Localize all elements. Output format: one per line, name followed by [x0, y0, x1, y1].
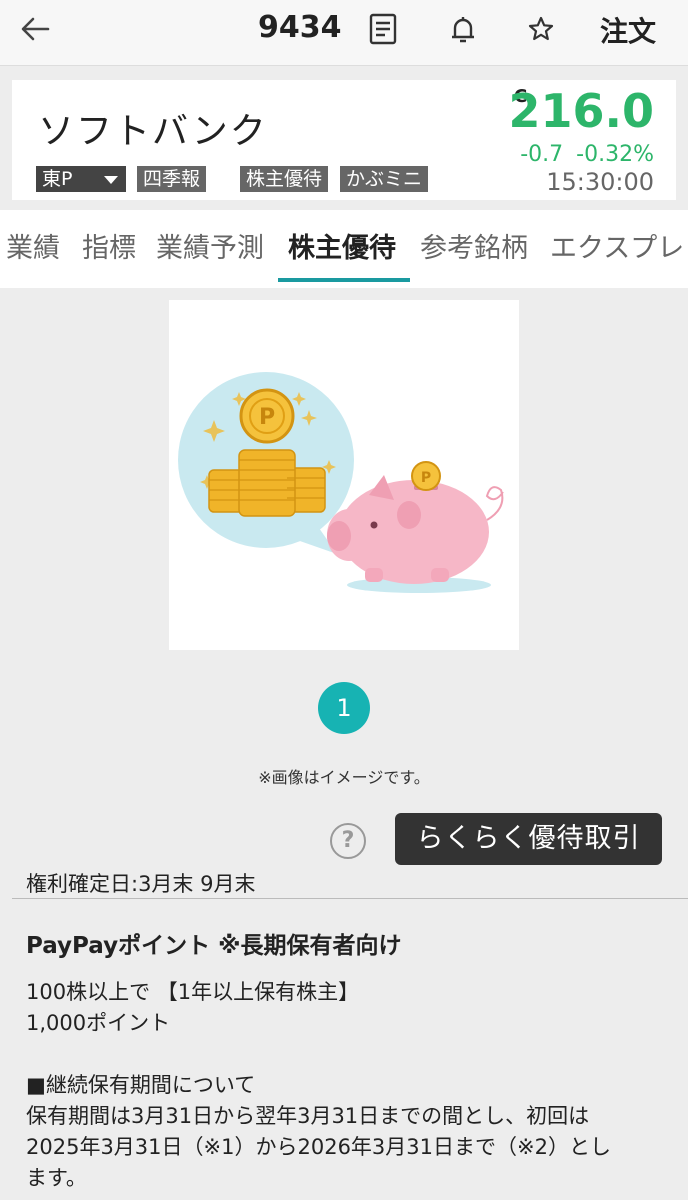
active-tab-indicator	[278, 278, 410, 282]
benefit-image[interactable]: P P	[169, 300, 519, 650]
holding-period-text-3: ます。	[26, 1166, 87, 1190]
help-icon[interactable]: ?	[330, 823, 366, 859]
change-value: -0.7	[520, 142, 564, 167]
svg-text:P: P	[259, 405, 275, 430]
holding-period-text-2: 2025年3月31日（※1）から2026年3月31日まで（※2）とし	[26, 1135, 611, 1159]
holding-period-heading: ■継続保有期間について	[26, 1073, 256, 1097]
tab-sanko-meigara[interactable]: 参考銘柄	[420, 226, 528, 265]
tag-yutai[interactable]: 株主優待	[240, 166, 329, 192]
svg-text:P: P	[421, 470, 431, 486]
tag-kabumini[interactable]: かぶミニ	[340, 166, 429, 192]
price-time: 15:30:00	[546, 168, 654, 196]
tag-shikiho[interactable]: 四季報	[137, 166, 207, 192]
tab-shihyo[interactable]: 指標	[82, 226, 136, 265]
dropdown-arrow-icon	[104, 176, 118, 184]
tab-express[interactable]: エクスプレ	[550, 226, 684, 265]
piggy-bank-illustration: P P	[178, 372, 504, 593]
section-divider	[12, 898, 688, 899]
easy-yutai-trade-button[interactable]: らくらく優待取引	[395, 813, 662, 865]
carousel-page-indicator[interactable]: 1	[318, 682, 370, 734]
tab-kabunushi-yutai[interactable]: 株主優待	[288, 226, 396, 265]
order-button[interactable]: 注文	[600, 10, 656, 50]
stock-name: ソフトバンク	[38, 111, 268, 152]
benefit-title: PayPayポイント ※長期保有者向け	[26, 933, 402, 959]
tab-gyoseki[interactable]: 業績	[6, 226, 60, 265]
price-change: -0.7 -0.32%	[520, 142, 654, 167]
holding-period-text-1: 保有期間は3月31日から翌年3月31日までの間とし、初回は	[26, 1104, 590, 1128]
benefit-amount: 1,000ポイント	[26, 1011, 171, 1035]
bell-icon[interactable]	[446, 12, 480, 46]
tab-gyoseki-yosoku[interactable]: 業績予測	[156, 226, 264, 265]
current-price: 216.0	[508, 84, 654, 138]
record-date: 権利確定日:3月末 9月末	[26, 872, 256, 896]
tab-bar: 業績 指標 業績予測 株主優待 参考銘柄 エクスプレ	[0, 210, 688, 288]
image-note: ※画像はイメージです。	[258, 768, 430, 787]
market-label: 東P	[42, 168, 73, 190]
app-bar: 9434 注文	[0, 0, 688, 66]
stock-header: ソフトバンク 東P 四季報 株主優待 かぶミニ C 216.0 -0.7 -0.…	[12, 80, 676, 200]
document-icon[interactable]	[366, 12, 400, 46]
stock-code: 9434	[258, 10, 342, 45]
benefit-condition: 100株以上で 【1年以上保有株主】	[26, 980, 360, 1004]
back-arrow-icon[interactable]	[18, 12, 52, 46]
star-icon[interactable]	[524, 12, 558, 46]
market-selector[interactable]: 東P	[36, 166, 126, 192]
change-percent: -0.32%	[576, 142, 654, 167]
